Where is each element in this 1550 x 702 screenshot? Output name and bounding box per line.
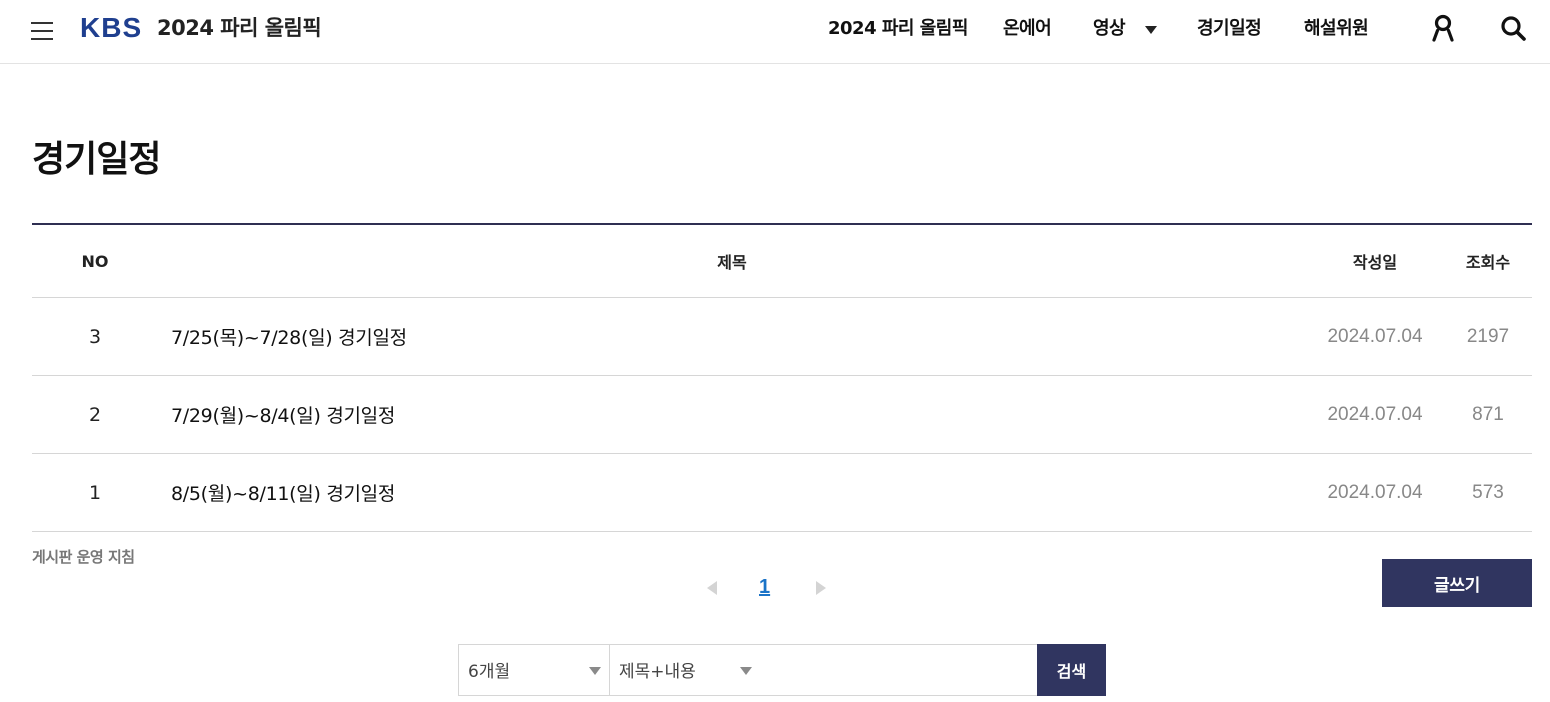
view-count: 573 [1472,481,1504,503]
nav-item-schedule[interactable]: 경기일정 [1197,16,1262,42]
pagination-prev-icon[interactable] [707,581,717,595]
pagination-page-1[interactable]: 1 [759,576,770,599]
hamburger-menu-icon[interactable] [31,20,53,40]
table-header-row: NO 제목 작성일 조회수 [32,225,1532,298]
view-count: 2197 [1466,325,1510,347]
write-post-button[interactable]: 글쓰기 [1382,559,1532,607]
view-count: 871 [1472,403,1504,425]
search-button[interactable]: 검색 [1037,644,1106,696]
post-date: 2024.07.04 [1327,325,1423,347]
caret-down-icon[interactable] [1145,26,1157,34]
nav-item-video[interactable]: 영상 [1093,16,1126,42]
chevron-down-icon [589,667,601,675]
kbs-logo[interactable]: KBS [80,11,142,45]
search-icon[interactable] [1498,13,1528,43]
column-header-views: 조회수 [1465,253,1511,272]
post-title-link[interactable]: 8/5(월)~8/11(일) 경기일정 [171,454,1271,531]
post-date: 2024.07.04 [1327,481,1423,503]
period-select-value: 6개월 [468,662,511,682]
pagination-next-icon[interactable] [816,581,826,595]
table-row[interactable]: 1 8/5(월)~8/11(일) 경기일정 2024.07.04 573 [32,454,1532,532]
period-select[interactable]: 6개월 [458,644,610,696]
nav-item-paris-olympics[interactable]: 2024 파리 올림픽 [828,16,968,42]
top-header: KBS 2024 파리 올림픽 2024 파리 올림픽 온에어 영상 경기일정 … [0,0,1550,64]
table-row[interactable]: 2 7/29(월)~8/4(일) 경기일정 2024.07.04 871 [32,376,1532,454]
page-title: 경기일정 [32,139,161,180]
nav-item-on-air[interactable]: 온에어 [1003,16,1052,42]
table-row[interactable]: 3 7/25(목)~7/28(일) 경기일정 2024.07.04 2197 [32,298,1532,376]
row-number: 2 [88,403,102,426]
post-title-link[interactable]: 7/25(목)~7/28(일) 경기일정 [171,298,1271,375]
post-title-link[interactable]: 7/29(월)~8/4(일) 경기일정 [171,376,1271,453]
row-number: 1 [88,481,102,504]
board-table: NO 제목 작성일 조회수 3 7/25(목)~7/28(일) 경기일정 202… [32,223,1532,532]
site-title[interactable]: 2024 파리 올림픽 [157,14,322,42]
search-field-select-value: 제목+내용 [619,662,696,682]
column-header-date: 작성일 [1352,253,1398,272]
search-input[interactable] [760,644,1038,696]
chevron-down-icon [740,667,752,675]
search-field-select[interactable]: 제목+내용 [609,644,761,696]
post-date: 2024.07.04 [1327,403,1423,425]
column-header-title: 제목 [717,253,747,272]
user-icon[interactable] [1428,13,1458,43]
board-policy-link[interactable]: 게시판 운영 지침 [32,546,135,567]
nav-item-commentators[interactable]: 해설위원 [1304,16,1369,42]
row-number: 3 [88,325,102,348]
